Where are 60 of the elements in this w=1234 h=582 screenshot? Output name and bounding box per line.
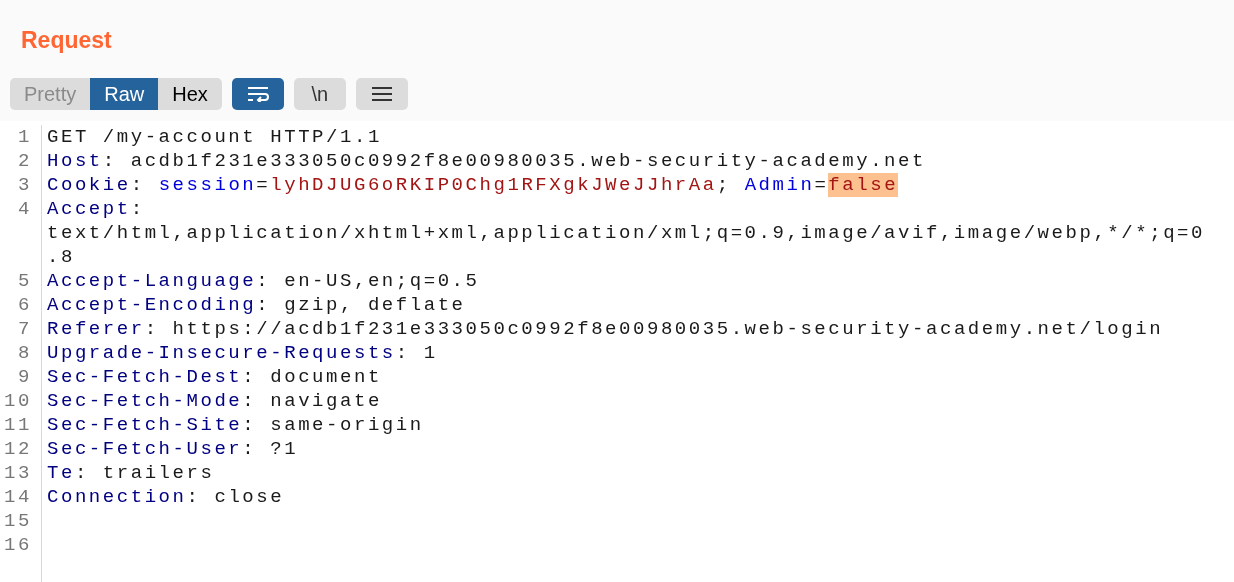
header-name: Cookie bbox=[47, 173, 131, 197]
code-text: ; bbox=[716, 173, 732, 197]
header-name: Accept-Language bbox=[47, 269, 257, 293]
code-text: : document bbox=[242, 365, 382, 389]
highlighted-value: false bbox=[828, 173, 899, 197]
cookie-name: session bbox=[158, 173, 257, 197]
header-name: Referer bbox=[47, 317, 145, 341]
cookie-name: Admin bbox=[744, 173, 815, 197]
code-text: : bbox=[130, 197, 145, 221]
line-number: 5 bbox=[18, 269, 32, 293]
line-number: 3 bbox=[18, 173, 32, 197]
code-text: : https://acdb1f231e333050c0992f8e00980035.web-security-academy.net/login bbox=[144, 317, 1164, 341]
word-wrap-icon bbox=[246, 86, 269, 102]
code-text: : ?1 bbox=[242, 437, 299, 461]
code-text: : same-origin bbox=[242, 413, 424, 437]
menu-icon bbox=[370, 86, 393, 102]
line-number: 2 bbox=[18, 149, 32, 173]
header-name: Sec-Fetch-Site bbox=[47, 413, 243, 437]
code-text: : 1 bbox=[395, 341, 438, 365]
line-number: 4 bbox=[18, 197, 32, 221]
header-name: Connection bbox=[47, 485, 187, 509]
view-tab[interactable]: Hex bbox=[158, 78, 222, 110]
header-name: Upgrade-Insecure-Requests bbox=[47, 341, 396, 365]
code-text: : gzip, deflate bbox=[256, 293, 466, 317]
line-number: 10 bbox=[4, 389, 32, 413]
code-text: : trailers bbox=[74, 461, 215, 485]
word-wrap-button[interactable] bbox=[231, 78, 284, 110]
line-number: 6 bbox=[18, 293, 32, 317]
line-number: 11 bbox=[4, 413, 32, 437]
header-name: Te bbox=[47, 461, 75, 485]
header-name: Accept-Encoding bbox=[47, 293, 257, 317]
view-tab[interactable]: Raw bbox=[90, 78, 159, 110]
header-name: Accept bbox=[47, 197, 131, 221]
line-number: 12 bbox=[4, 437, 32, 461]
menu-button[interactable] bbox=[355, 78, 408, 110]
line-number: 7 bbox=[18, 317, 32, 341]
line-number: 16 bbox=[4, 533, 32, 557]
code-text: : close bbox=[186, 485, 285, 509]
header-name: Sec-Fetch-User bbox=[47, 437, 243, 461]
line-number: 9 bbox=[18, 365, 32, 389]
line-number: 1 bbox=[18, 125, 32, 149]
header-name: Host bbox=[47, 149, 103, 173]
line-number: 15 bbox=[4, 509, 32, 533]
code-text: GET /my-account HTTP/1.1 bbox=[47, 125, 382, 149]
newline-toggle-button[interactable]: \n bbox=[293, 78, 346, 110]
cookie-value: lyhDJUG6oRKIP0Chg1RFXgkJWeJJhrAa bbox=[270, 173, 717, 197]
code-text: : bbox=[130, 173, 146, 197]
code-text: = bbox=[256, 173, 271, 197]
panel-title: Request bbox=[20, 26, 112, 54]
line-number: 14 bbox=[4, 485, 32, 509]
code-text: .8 bbox=[47, 245, 75, 269]
line-number: 13 bbox=[4, 461, 32, 485]
code-text: : en-US,en;q=0.5 bbox=[256, 269, 480, 293]
header-name: Sec-Fetch-Dest bbox=[47, 365, 243, 389]
code-text: = bbox=[814, 173, 829, 197]
line-number: 8 bbox=[18, 341, 32, 365]
header-name: Sec-Fetch-Mode bbox=[47, 389, 243, 413]
code-text: : acdb1f231e333050c0992f8e00980035.web-security-academy.net bbox=[102, 149, 926, 173]
code-text: text/html,application/xhtml+xml,application/xml;q=0.9,image/avif,image/webp,*/*;q=0 bbox=[47, 221, 1205, 245]
code-text: : navigate bbox=[242, 389, 382, 413]
